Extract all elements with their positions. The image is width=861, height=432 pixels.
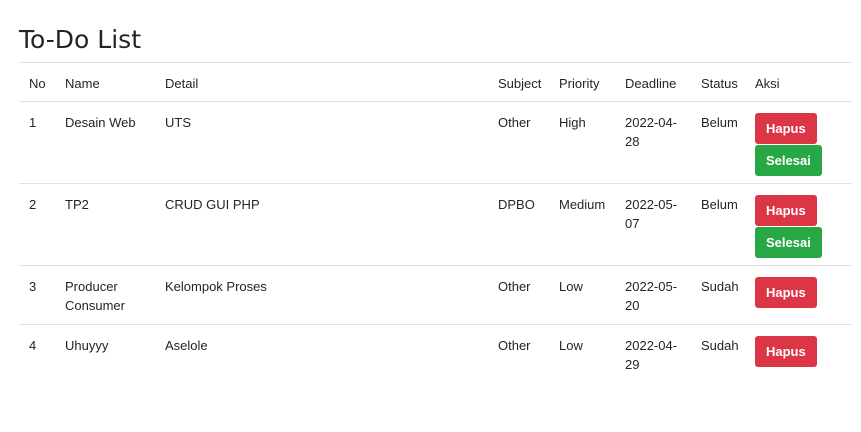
header-detail: Detail [155,62,488,102]
header-subject: Subject [488,62,549,102]
header-aksi: Aksi [745,62,852,102]
name-part: Producer [65,279,118,294]
cell-status: Sudah [701,338,739,353]
cell-aksi: Hapus Selesai [745,101,852,184]
deadline-part: 2022-05- [625,279,678,294]
cell-subject: DPBO [488,183,549,266]
deadline-part: 07 [625,216,640,231]
cell-deadline: 2022-05- 07 [615,183,691,266]
header-priority: Priority [549,62,615,102]
cell-priority: Medium [549,183,615,266]
cell-priority: Low [549,265,615,325]
page-title: To-Do List [19,25,141,54]
hapus-button[interactable]: Hapus [755,195,817,226]
cell-detail: Kelompok Proses [155,265,488,325]
header-status: Status [691,62,745,102]
table-row: 2 TP2 CRUD GUI PHP DPBO Medium 2022-05- 0… [19,183,852,266]
cell-priority: High [549,101,615,184]
cell-deadline: 2022-04- 29 [615,325,691,384]
cell-subject: Other [488,101,549,184]
table-row: 3 Producer Consumer Kelompok Proses Other… [19,265,852,325]
table-header-row: No Name Detail Subject Priority Deadline… [19,62,852,102]
cell-detail: CRUD GUI PHP [155,183,488,266]
cell-aksi: Hapus [745,325,852,384]
hapus-button[interactable]: Hapus [755,277,817,308]
selesai-button[interactable]: Selesai [755,227,822,258]
header-deadline: Deadline [615,62,691,102]
deadline-part: 2022-04- [625,338,678,353]
cell-priority: Low [559,338,583,353]
header-name: Name [55,62,155,102]
cell-name: Uhuyyy [65,338,109,353]
cell-deadline: 2022-04- 28 [615,101,691,184]
cell-status: Belum [691,101,745,184]
hapus-button[interactable]: Hapus [755,113,817,144]
cell-name: TP2 [55,183,155,266]
cell-subject: Other [498,338,531,353]
name-part: Consumer [65,298,125,313]
cell-aksi: Hapus Selesai [745,183,852,266]
deadline-part: 29 [625,357,640,372]
cell-no: 2 [19,183,55,266]
table-row: 1 Desain Web UTS Other High 2022-04- 28 B… [19,101,852,184]
cell-no: 1 [19,101,55,184]
table-row: 4 Uhuyyy Aselole Other Low 2022-04- 29 Su… [19,325,852,384]
deadline-part: 2022-05- [625,197,678,212]
todo-table: No Name Detail Subject Priority Deadline… [19,62,852,384]
cell-name: Desain Web [55,101,155,184]
hapus-button[interactable]: Hapus [755,336,817,367]
cell-detail: UTS [155,101,488,184]
cell-no: 3 [19,265,55,325]
cell-status: Belum [691,183,745,266]
cell-no: 4 [29,338,37,353]
deadline-part: 20 [625,298,640,313]
cell-subject: Other [488,265,549,325]
header-no: No [19,62,55,102]
deadline-part: 28 [625,134,640,149]
cell-deadline: 2022-05- 20 [615,265,691,325]
cell-status: Sudah [691,265,745,325]
deadline-part: 2022-04- [625,115,678,130]
cell-name: Producer Consumer [55,265,155,325]
selesai-button[interactable]: Selesai [755,145,822,176]
cell-detail: Aselole [165,338,208,353]
cell-aksi: Hapus [745,265,852,325]
